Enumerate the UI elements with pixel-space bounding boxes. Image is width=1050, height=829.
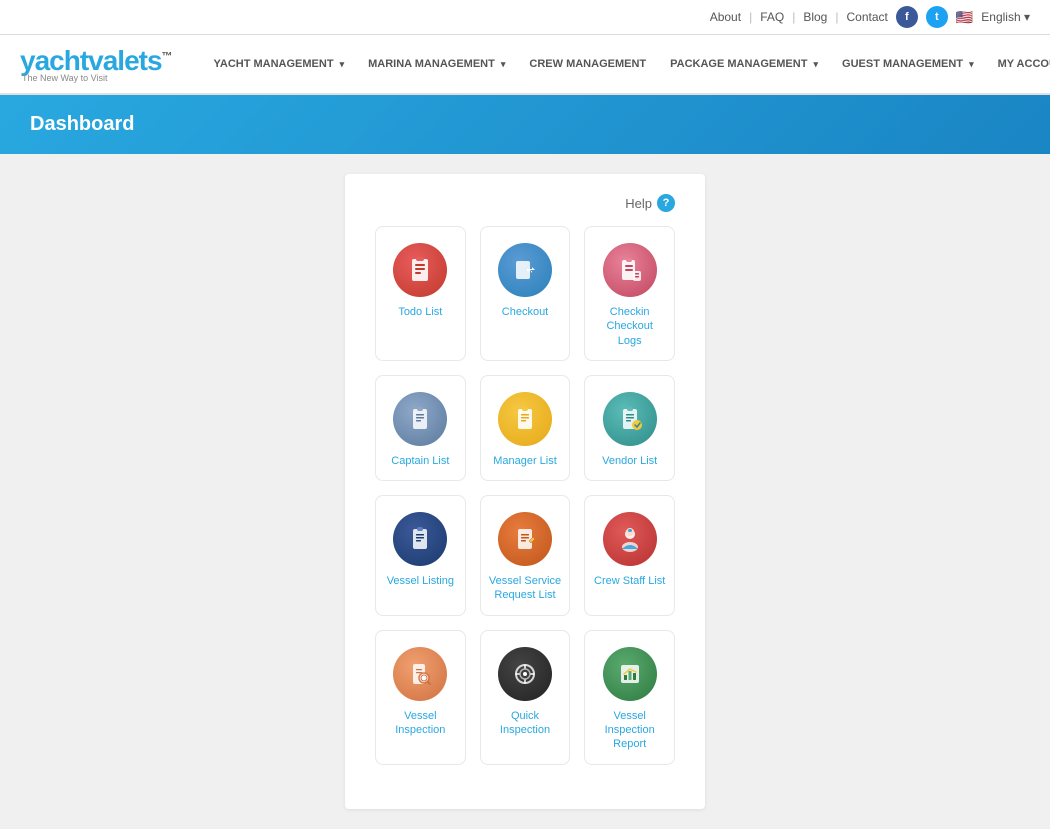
grid-item-vessel-inspection[interactable]: Vessel Inspection [375,630,466,765]
quick-inspection-icon [498,647,552,701]
help-row: Help ? [375,194,675,212]
caret: ▾ [340,59,345,69]
about-link[interactable]: About [710,10,741,24]
logo-part1: yachtva [20,45,117,76]
contact-link[interactable]: Contact [846,10,887,24]
help-label: Help [625,196,652,211]
sep3: | [835,10,838,24]
grid-row-1: Todo List Checkout Checkin Checkout Logs [375,226,675,361]
todo-list-label: Todo List [398,305,442,319]
checkout-label: Checkout [502,305,548,319]
manager-list-label: Manager List [493,454,557,468]
vessel-inspection-icon [393,647,447,701]
grid-item-vessel-inspection-report[interactable]: Vessel Inspection Report [584,630,675,765]
grid-row-3: Vessel Listing Vessel Service Request Li… [375,495,675,616]
grid-item-quick-inspection[interactable]: Quick Inspection [480,630,571,765]
nav-items: YACHT MANAGEMENT ▾ MARINA MANAGEMENT ▾ C… [202,36,1050,92]
checkin-checkout-logs-icon [603,243,657,297]
vessel-inspection-label: Vessel Inspection [384,709,457,738]
logo-part2: lets [117,45,161,76]
crew-staff-list-label: Crew Staff List [594,574,665,588]
nav-my-account[interactable]: MY ACCOUNT ▾ [986,36,1050,92]
vessel-listing-icon [393,512,447,566]
vessel-inspection-report-label: Vessel Inspection Report [593,709,666,752]
vessel-inspection-report-icon [603,647,657,701]
vessel-listing-label: Vessel Listing [387,574,454,588]
vessel-service-request-list-icon [498,512,552,566]
crew-staff-list-icon [603,512,657,566]
language-selector[interactable]: English ▾ [981,10,1030,24]
main-nav: yachtvalets™ The New Way to Visit YACHT … [0,35,1050,95]
checkout-icon [498,243,552,297]
caret: ▾ [813,59,818,69]
blog-link[interactable]: Blog [803,10,827,24]
vessel-service-request-list-label: Vessel Service Request List [489,574,562,603]
grid-item-captain-list[interactable]: Captain List [375,375,466,481]
captain-list-icon [393,392,447,446]
vendor-list-label: Vendor List [602,454,657,468]
faq-link[interactable]: FAQ [760,10,784,24]
grid-item-vendor-list[interactable]: Vendor List [584,375,675,481]
captain-list-label: Captain List [391,454,449,468]
grid-item-checkout[interactable]: Checkout [480,226,571,361]
top-bar: About | FAQ | Blog | Contact f t 🇺🇸 Engl… [0,0,1050,35]
grid-item-vessel-service-request-list[interactable]: Vessel Service Request List [480,495,571,616]
grid-item-todo-list[interactable]: Todo List [375,226,466,361]
caret: ▾ [969,59,974,69]
grid-item-vessel-listing[interactable]: Vessel Listing [375,495,466,616]
content-area: Help ? Todo List Checkout Checki [0,154,1050,829]
grid-row-2: Captain List Manager List Vendor List [375,375,675,481]
dashboard-panel: Help ? Todo List Checkout Checki [345,174,705,809]
twitter-icon[interactable]: t [926,6,948,28]
logo[interactable]: yachtvalets™ The New Way to Visit [20,35,172,93]
nav-guest-management[interactable]: GUEST MANAGEMENT ▾ [830,36,986,92]
facebook-icon[interactable]: f [896,6,918,28]
nav-yacht-management[interactable]: YACHT MANAGEMENT ▾ [202,36,357,92]
grid-row-4: Vessel Inspection Quick Inspection Vesse… [375,630,675,765]
checkin-checkout-logs-label: Checkin Checkout Logs [593,305,666,348]
dashboard-title: Dashboard [30,113,134,135]
dashboard-header: Dashboard [0,95,1050,154]
nav-package-management[interactable]: PACKAGE MANAGEMENT ▾ [658,36,830,92]
grid-item-checkin-checkout-logs[interactable]: Checkin Checkout Logs [584,226,675,361]
flag-icon: 🇺🇸 [956,9,973,26]
logo-trademark: ™ [162,51,172,63]
help-icon[interactable]: ? [657,194,675,212]
nav-crew-management[interactable]: CREW MANAGEMENT [517,36,658,92]
quick-inspection-label: Quick Inspection [489,709,562,738]
sep1: | [749,10,752,24]
nav-marina-management[interactable]: MARINA MANAGEMENT ▾ [356,36,517,92]
todo-list-icon [393,243,447,297]
vendor-list-icon [603,392,657,446]
manager-list-icon [498,392,552,446]
grid-item-crew-staff-list[interactable]: Crew Staff List [584,495,675,616]
sep2: | [792,10,795,24]
grid-item-manager-list[interactable]: Manager List [480,375,571,481]
caret: ▾ [501,59,506,69]
